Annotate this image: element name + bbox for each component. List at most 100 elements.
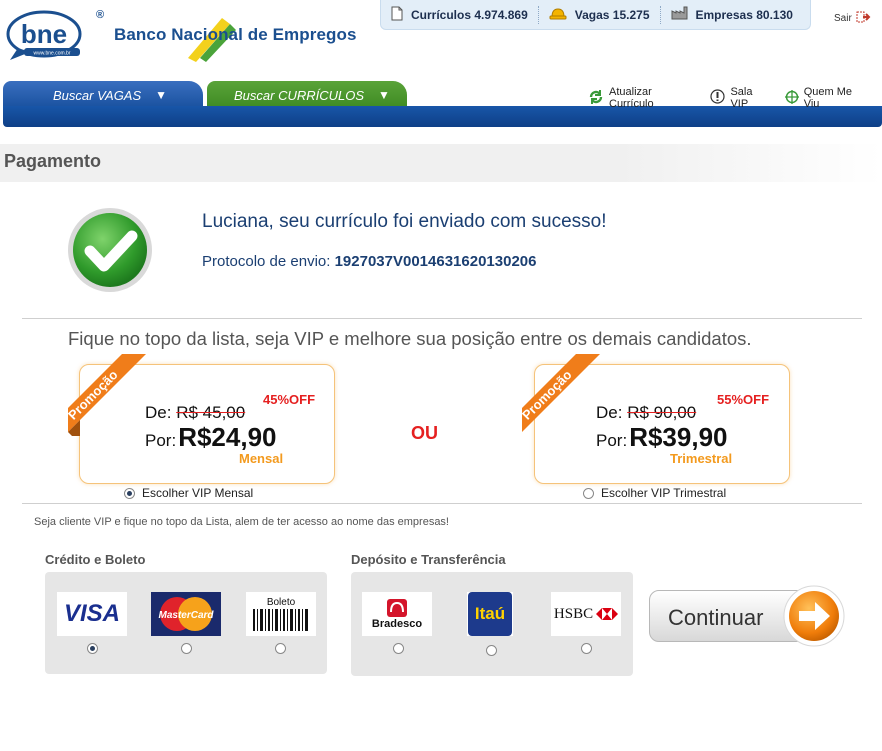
- stat-empresas-label: Empresas: [695, 7, 753, 22]
- old-price-mensal: De: R$ 45,00: [145, 403, 245, 423]
- bne-logo[interactable]: bne www.bne.com.br ®: [4, 4, 110, 62]
- radio-boleto[interactable]: [275, 643, 286, 654]
- barcode-icon: [253, 608, 308, 631]
- period-mensal: Mensal: [239, 451, 284, 466]
- boleto-label: Boleto: [266, 596, 296, 608]
- logout-link[interactable]: Sair: [834, 10, 872, 27]
- vip-headline: Fique no topo da lista, seja VIP e melho…: [68, 328, 752, 349]
- header: bne www.bne.com.br ® Banco Nacional de E…: [0, 0, 882, 80]
- radio-bradesco[interactable]: [393, 643, 404, 654]
- choose-vip-trimestral-label: Escolher VIP Trimestral: [601, 486, 727, 500]
- bradesco-logo[interactable]: Bradesco: [362, 592, 432, 636]
- continue-button[interactable]: Continuar: [649, 585, 847, 647]
- chevron-down-icon: ▼: [155, 88, 168, 102]
- logo-url: www.bne.com.br: [34, 51, 71, 57]
- success-message: Luciana, seu currículo foi enviado com s…: [202, 211, 607, 232]
- discount-mensal: 45%OFF: [263, 392, 316, 407]
- protocol-label: Protocolo de envio:: [202, 253, 331, 270]
- continue-label: Continuar: [668, 605, 764, 630]
- factory-icon: [671, 6, 688, 23]
- boleto-logo[interactable]: Boleto: [246, 592, 316, 636]
- hard-hat-icon: [549, 7, 567, 23]
- success-check-icon: [66, 206, 156, 296]
- visa-logo[interactable]: VISA: [57, 592, 127, 636]
- registered-mark: ®: [96, 9, 104, 21]
- radio-hsbc[interactable]: [581, 643, 592, 654]
- vip-icon: [710, 89, 726, 107]
- radio-mastercard[interactable]: [181, 643, 192, 654]
- chevron-down-icon: ▼: [378, 88, 390, 102]
- stat-curriculos: Currículos 4.974.869: [381, 0, 538, 29]
- vip-note: Seja cliente VIP e fique no topo da List…: [34, 516, 449, 528]
- quem-me-viu-link[interactable]: Quem Me Viu: [784, 86, 870, 110]
- to-price: R$39,90: [629, 422, 728, 452]
- mastercard-logo[interactable]: MasterCard: [151, 592, 221, 636]
- stats-bar: Currículos 4.974.869 Vagas 15.275 Empres…: [380, 0, 811, 30]
- sala-vip-link[interactable]: Sala VIP: [710, 86, 772, 110]
- promo-ribbon-label: Promoção: [66, 367, 121, 423]
- stat-vagas-label: Vagas: [574, 7, 610, 22]
- stat-vagas: Vagas 15.275: [539, 0, 660, 29]
- tab-buscar-vagas-label: Buscar VAGAS: [53, 87, 142, 103]
- to-price: R$24,90: [178, 422, 277, 452]
- stat-empresas-value: 80.130: [756, 7, 793, 22]
- choose-vip-mensal[interactable]: Escolher VIP Mensal: [124, 486, 253, 500]
- visa-label: VISA: [63, 600, 120, 627]
- from-label: De:: [145, 403, 172, 422]
- target-icon: [784, 89, 799, 107]
- tab-buscar-curriculos-label: Buscar CURRÍCULOS: [234, 87, 365, 103]
- from-price: R$ 45,00: [176, 403, 246, 422]
- choose-vip-mensal-label: Escolher VIP Mensal: [142, 486, 254, 500]
- credit-title: Crédito e Boleto: [45, 552, 146, 567]
- itau-label: Itaú: [468, 592, 512, 636]
- quem-me-viu-label: Quem Me Viu: [803, 86, 853, 110]
- from-label: De:: [596, 403, 623, 422]
- itau-logo[interactable]: Itaú: [467, 592, 513, 636]
- tab-buscar-curriculos[interactable]: Buscar CURRÍCULOS ▼: [207, 81, 407, 109]
- divider: [22, 503, 862, 504]
- page-title-bar: [0, 144, 882, 182]
- document-icon: [391, 6, 403, 24]
- choose-vip-trimestral[interactable]: Escolher VIP Trimestral: [583, 486, 726, 500]
- arrow-right-icon: [783, 585, 845, 647]
- new-price-trimestral: Por: R$39,90: [596, 422, 728, 453]
- or-label: OU: [411, 423, 438, 443]
- discount-trimestral: 55%OFF: [717, 392, 770, 407]
- radio-vip-mensal[interactable]: [124, 487, 135, 499]
- logo-text: bne: [21, 19, 67, 49]
- hsbc-label: HSBC: [553, 605, 594, 622]
- to-label: Por:: [145, 431, 177, 450]
- to-label: Por:: [596, 431, 628, 450]
- hsbc-logo[interactable]: HSBC: [551, 592, 621, 636]
- deposit-title: Depósito e Transferência: [351, 552, 506, 567]
- stat-empresas: Empresas 80.130: [661, 0, 803, 29]
- stat-curriculos-value: 4.974.869: [474, 7, 528, 22]
- bradesco-label: Bradesco: [371, 618, 423, 630]
- period-trimestral: Trimestral: [670, 451, 733, 466]
- radio-vip-trimestral[interactable]: [583, 487, 594, 499]
- stat-curriculos-label: Currículos: [411, 7, 472, 22]
- brand-name: Banco Nacional de Empregos: [114, 25, 357, 44]
- sala-vip-label: Sala VIP: [730, 86, 753, 110]
- protocol-line: Protocolo de envio: 1927037V001463162013…: [202, 253, 536, 270]
- logout-icon: [856, 10, 872, 27]
- new-price-mensal: Por: R$24,90: [145, 422, 277, 453]
- atualizar-curriculo-label: Atualizar Currículo: [609, 86, 654, 110]
- protocol-number: 1927037V0014631620130206: [334, 253, 537, 270]
- stat-vagas-value: 15.275: [612, 7, 650, 22]
- logout-label: Sair: [834, 13, 852, 24]
- mastercard-label: MasterCard: [158, 610, 214, 621]
- promo-ribbon-mensal: Promoção: [65, 352, 150, 444]
- page-title: Pagamento: [4, 151, 102, 171]
- radio-visa[interactable]: [87, 643, 98, 654]
- divider: [22, 318, 862, 319]
- promo-ribbon-trimestral: Promoção: [519, 352, 604, 436]
- promo-ribbon-label: Promoção: [520, 367, 575, 423]
- from-price: R$ 90,00: [627, 403, 697, 422]
- old-price-trimestral: De: R$ 90,00: [596, 403, 696, 423]
- bradesco-icon: [387, 599, 407, 617]
- atualizar-curriculo-link[interactable]: Atualizar Currículo: [588, 86, 698, 110]
- radio-itau[interactable]: [486, 645, 497, 656]
- tab-buscar-vagas[interactable]: Buscar VAGAS ▼: [3, 81, 203, 109]
- hsbc-hexagon-icon: [596, 608, 619, 620]
